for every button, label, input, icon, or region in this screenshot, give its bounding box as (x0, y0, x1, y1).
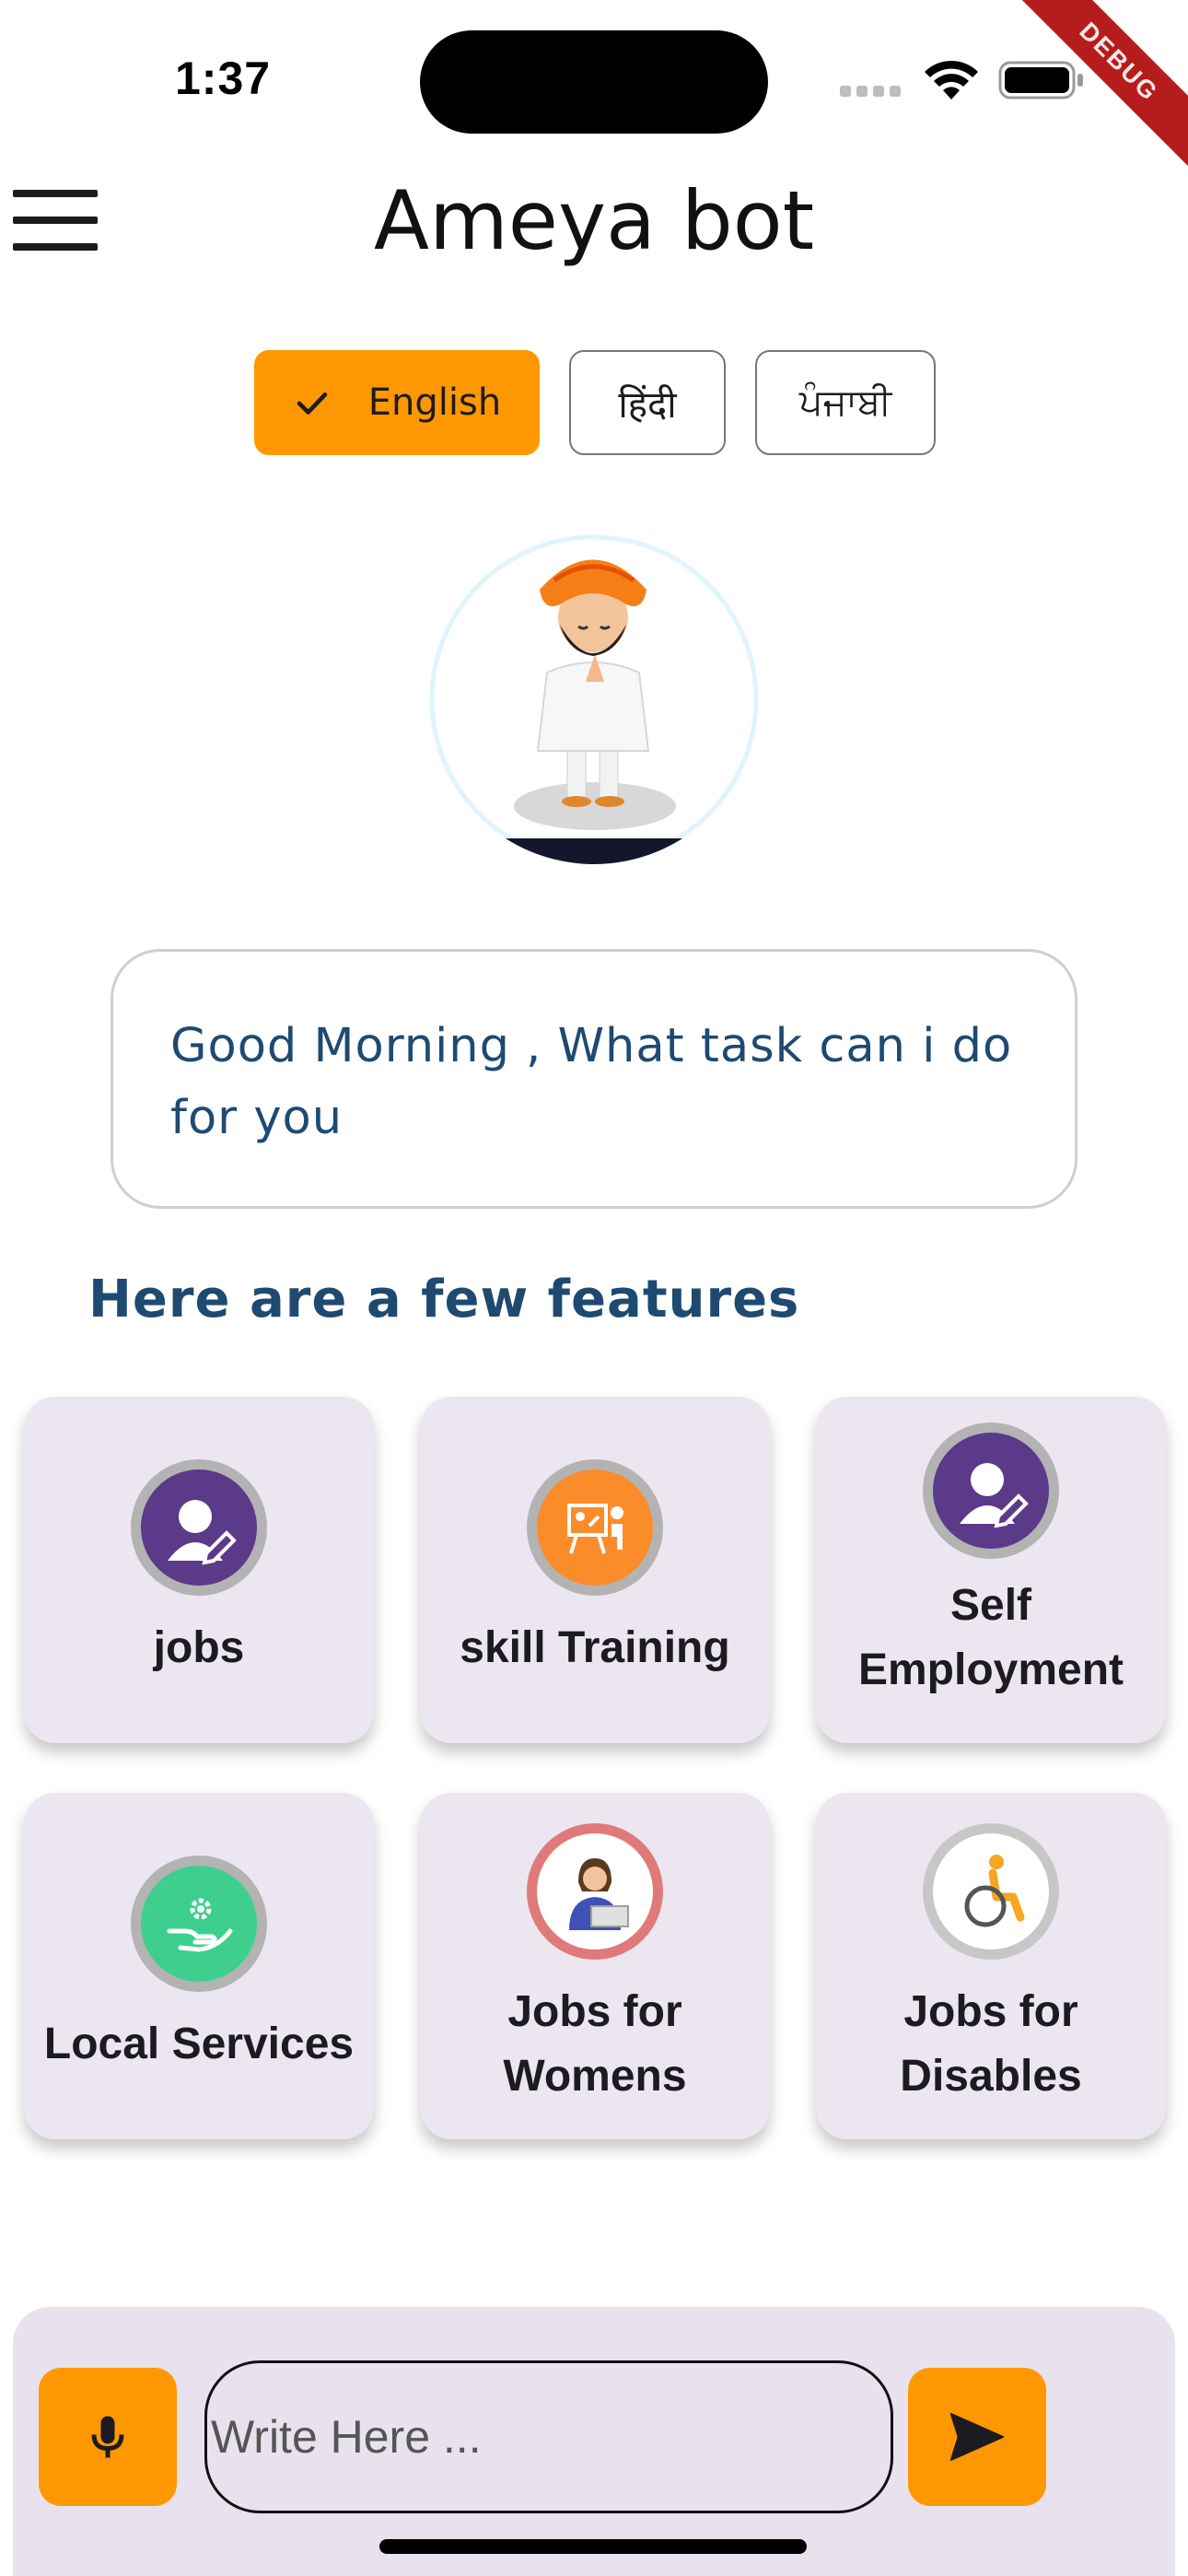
feature-card-self-employment[interactable]: Self Employment (816, 1397, 1166, 1743)
user-edit-icon (933, 1433, 1049, 1549)
training-board-icon (537, 1469, 653, 1586)
feature-card-jobs[interactable]: jobs (24, 1397, 374, 1743)
feature-card-jobs-for-disables[interactable]: Jobs for Disables (816, 1793, 1166, 2139)
wifi-icon (925, 60, 978, 100)
language-chip-punjabi[interactable]: ਪੰਜਾਬੀ (755, 350, 936, 455)
battery-icon (998, 61, 1083, 100)
feature-card-label: Jobs for Disables (900, 1987, 1082, 2101)
page-title: Ameya bot (373, 173, 815, 268)
feature-card-label: skill Training (460, 1623, 730, 1672)
feature-card-label: Jobs for Womens (503, 1987, 687, 2101)
features-heading: Here are a few features (88, 1270, 800, 1329)
feature-card-label: Local Services (43, 2020, 355, 2068)
language-chip-hindi[interactable]: हिंदी (569, 350, 726, 455)
check-icon (297, 392, 328, 415)
language-chip-label: ਪੰਜਾਬੀ (798, 381, 892, 424)
feature-card-label: jobs (153, 1623, 245, 1672)
feature-card-skill-training[interactable]: skill Training (420, 1397, 770, 1743)
service-hand-gear-icon (141, 1866, 257, 1982)
feature-grid: jobs skill Training Self Employment Loca… (24, 1397, 1166, 2139)
greeting-message: Good Morning , What task can i do for yo… (111, 949, 1077, 1209)
microphone-button[interactable] (39, 2368, 177, 2506)
language-chip-label: हिंदी (618, 383, 677, 427)
microphone-icon (91, 2416, 124, 2458)
language-chip-english[interactable]: English (254, 350, 540, 455)
user-edit-icon (141, 1469, 257, 1586)
home-indicator[interactable] (379, 2539, 807, 2554)
bot-avatar (429, 534, 759, 864)
send-button[interactable] (908, 2368, 1046, 2506)
language-chip-label: English (367, 381, 502, 424)
feature-card-local-services[interactable]: Local Services (24, 1793, 374, 2139)
message-input[interactable] (204, 2360, 893, 2513)
woman-laptop-icon (537, 1833, 653, 1950)
status-time: 1:37 (175, 53, 272, 104)
send-icon (949, 2412, 1005, 2462)
language-selector: English हिंदी ਪੰਜਾਬੀ (254, 350, 936, 455)
wheelchair-icon (933, 1833, 1049, 1950)
feature-card-label: Self Employment (857, 1581, 1124, 1694)
cellular-signal-icon (840, 85, 904, 98)
feature-card-jobs-for-womens[interactable]: Jobs for Womens (420, 1793, 770, 2139)
dynamic-island (420, 30, 768, 134)
